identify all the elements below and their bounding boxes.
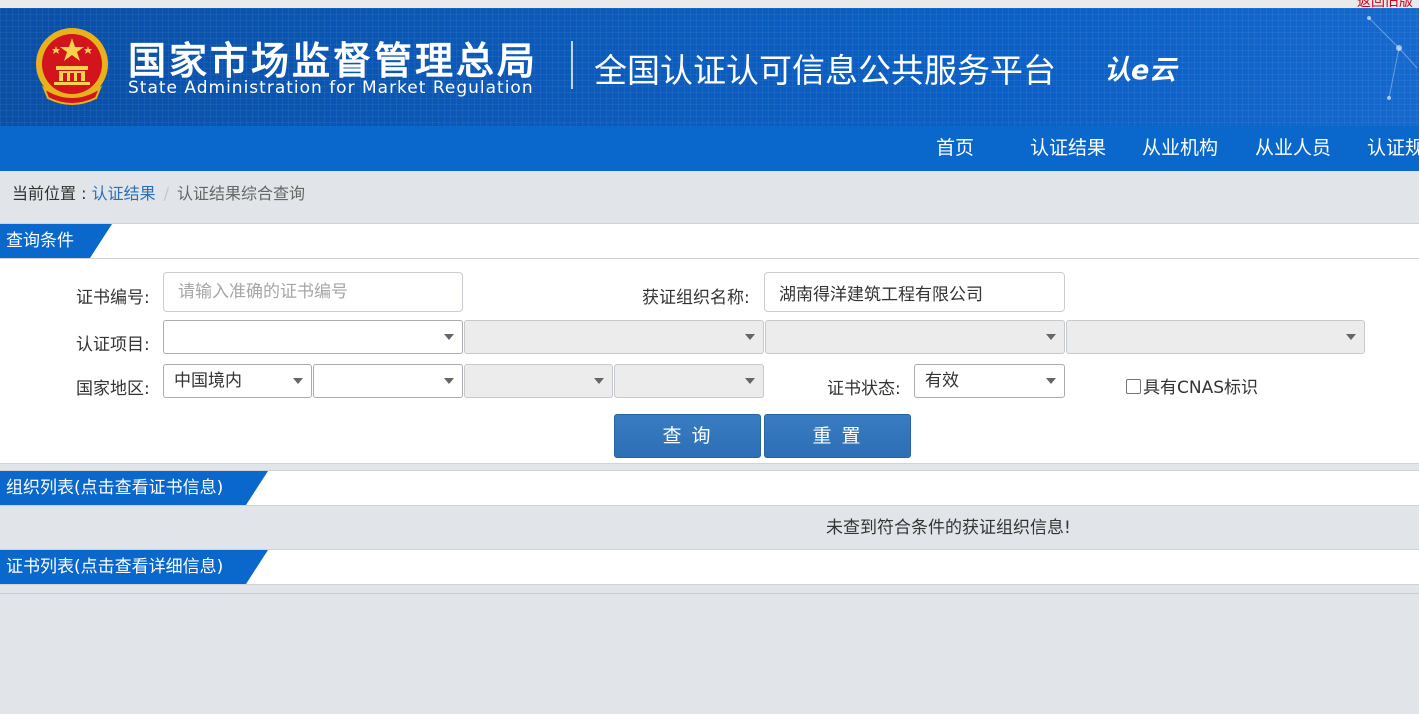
query-form: 证书编号: 获证组织名称: 认证项目: 国家地区: 中国境内 证书状态: 有效 … bbox=[0, 259, 1419, 464]
org-empty-message: 未查到符合条件的获证组织信息! bbox=[826, 518, 1071, 538]
network-decoration-icon bbox=[1367, 16, 1418, 100]
chevron-down-icon bbox=[444, 334, 454, 340]
cert-section-header: 证书列表(点击查看详细信息) bbox=[0, 549, 1419, 585]
cert-no-input[interactable] bbox=[163, 272, 463, 312]
agency-name-cn: 国家市场监督管理总局 bbox=[128, 39, 539, 83]
region-label: 国家地区: bbox=[76, 379, 150, 399]
query-section-title: 查询条件 bbox=[0, 224, 112, 258]
breadcrumb-link-cert-results[interactable]: 认证结果 bbox=[92, 184, 156, 203]
chevron-down-icon bbox=[745, 334, 755, 340]
nav-institutions[interactable]: 从业机构 bbox=[1142, 126, 1218, 171]
nav-cert-results[interactable]: 认证结果 bbox=[1030, 126, 1106, 171]
nav-cert-rules[interactable]: 认证规 bbox=[1367, 126, 1419, 171]
project-select-2[interactable] bbox=[464, 320, 764, 354]
org-section-header: 组织列表(点击查看证书信息) bbox=[0, 470, 1419, 506]
cert-section-title: 证书列表(点击查看详细信息) bbox=[0, 550, 268, 584]
cert-list-bottom-border bbox=[0, 593, 1419, 594]
cnas-checkbox-wrapper[interactable]: 具有CNAS标识 bbox=[1126, 373, 1258, 398]
chevron-down-icon bbox=[594, 378, 604, 384]
chevron-down-icon bbox=[1346, 334, 1356, 340]
site-header: 国家市场监督管理总局 State Administration for Mark… bbox=[0, 8, 1419, 126]
project-select-3[interactable] bbox=[765, 320, 1065, 354]
nav-personnel[interactable]: 从业人员 bbox=[1255, 126, 1331, 171]
national-emblem-icon bbox=[36, 28, 108, 105]
nav-home[interactable]: 首页 bbox=[936, 126, 974, 171]
platform-title: 全国认证认可信息公共服务平台 bbox=[594, 51, 1056, 90]
region-select-3[interactable] bbox=[464, 364, 613, 398]
project-label: 认证项目: bbox=[76, 335, 150, 355]
old-version-link[interactable]: 返回旧版 bbox=[1357, 0, 1413, 8]
project-select-1[interactable] bbox=[163, 320, 463, 354]
breadcrumb-current: 认证结果综合查询 bbox=[176, 184, 305, 203]
region-select-1[interactable]: 中国境内 bbox=[163, 364, 312, 398]
org-name-input[interactable] bbox=[764, 272, 1065, 312]
cnas-checkbox[interactable] bbox=[1126, 379, 1141, 394]
chevron-down-icon bbox=[444, 378, 454, 384]
cert-no-label: 证书编号: bbox=[76, 288, 150, 308]
status-select[interactable]: 有效 bbox=[914, 364, 1065, 398]
region-select-2[interactable] bbox=[313, 364, 463, 398]
top-strip: 返回旧版 bbox=[0, 0, 1419, 8]
header-divider bbox=[571, 41, 573, 89]
region-select-1-value: 中国境内 bbox=[174, 371, 242, 391]
chevron-down-icon bbox=[1046, 378, 1056, 384]
agency-name-en: State Administration for Market Regulati… bbox=[128, 78, 534, 98]
main-nav: 首页 认证结果 从业机构 从业人员 认证规 bbox=[0, 126, 1419, 171]
query-section-header: 查询条件 bbox=[0, 223, 1419, 259]
cnas-checkbox-label: 具有CNAS标识 bbox=[1143, 378, 1259, 398]
chevron-down-icon bbox=[293, 378, 303, 384]
breadcrumb-prefix: 当前位置 : bbox=[12, 184, 92, 203]
chevron-down-icon bbox=[745, 378, 755, 384]
reset-button[interactable]: 重 置 bbox=[764, 414, 911, 458]
org-name-label: 获证组织名称: bbox=[642, 288, 750, 308]
breadcrumb-separator: / bbox=[163, 184, 169, 203]
org-empty-row: 未查到符合条件的获证组织信息! bbox=[0, 513, 1419, 548]
status-label: 证书状态: bbox=[827, 379, 901, 399]
region-select-4[interactable] bbox=[614, 364, 764, 398]
project-select-4[interactable] bbox=[1066, 320, 1365, 354]
status-select-value: 有效 bbox=[925, 371, 959, 391]
breadcrumb: 当前位置 : 认证结果 / 认证结果综合查询 bbox=[12, 180, 305, 204]
cloud-logo: 认e云 bbox=[1104, 55, 1177, 86]
org-section-title: 组织列表(点击查看证书信息) bbox=[0, 471, 268, 505]
chevron-down-icon bbox=[1046, 334, 1056, 340]
search-button[interactable]: 查 询 bbox=[614, 414, 761, 458]
